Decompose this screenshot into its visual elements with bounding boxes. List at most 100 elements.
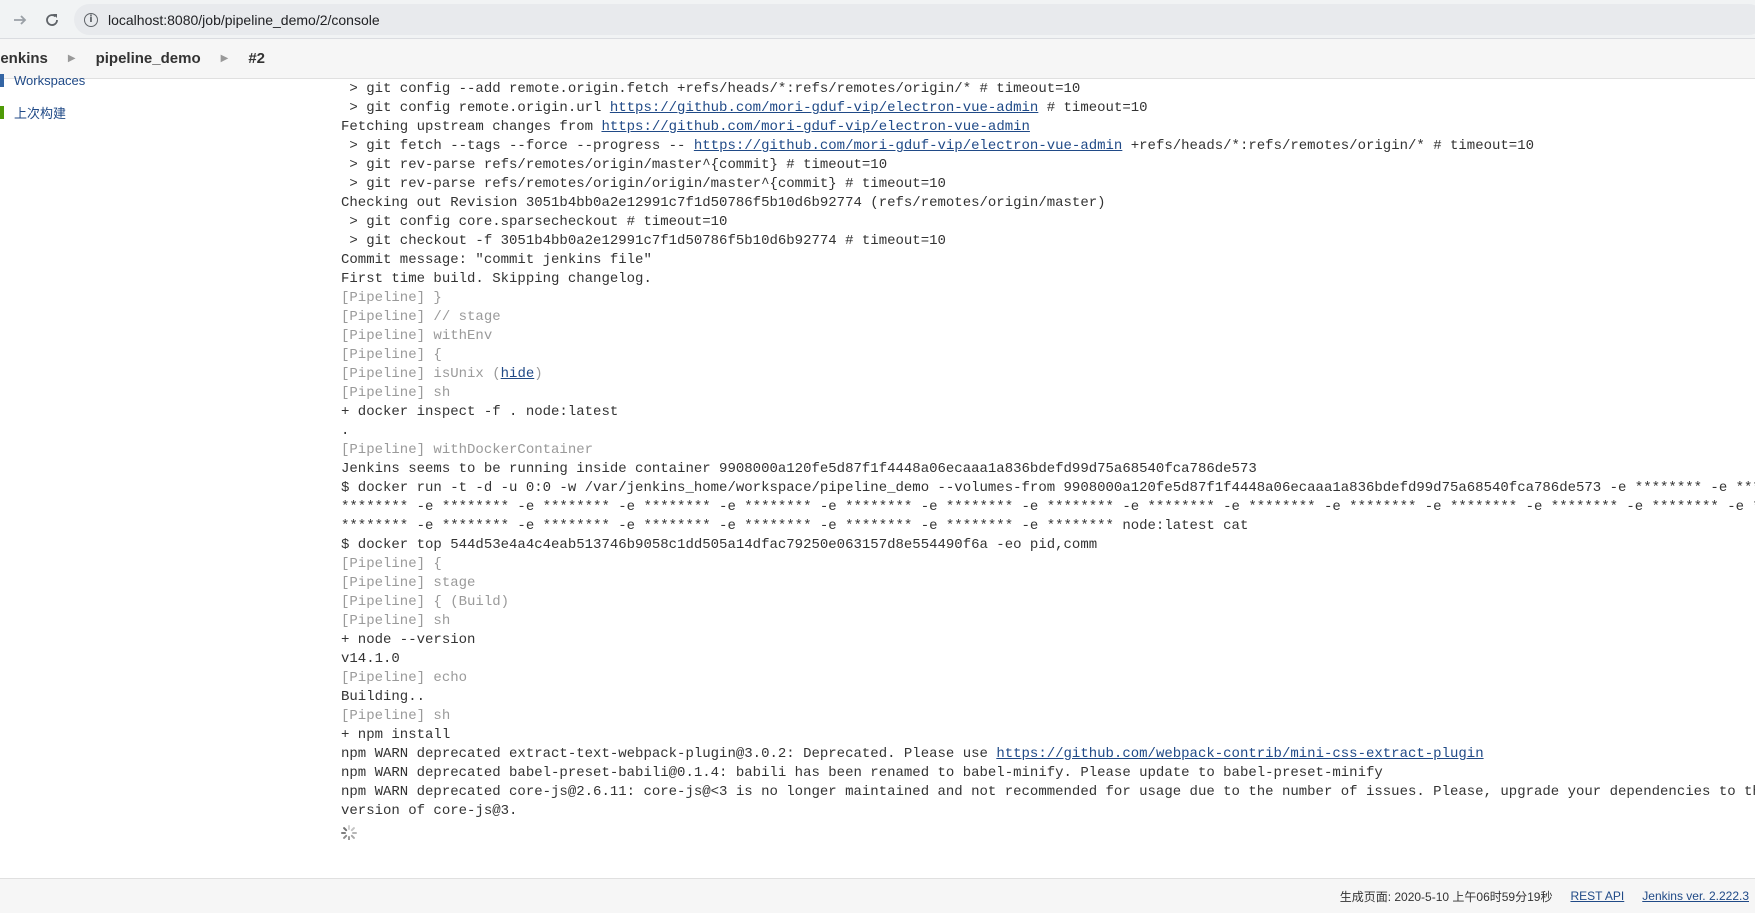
console-line: version of core-js@3. [341,802,1755,821]
console-line: [Pipeline] sh [341,384,1755,403]
console-link[interactable]: https://github.com/webpack-contrib/mini-… [996,746,1483,762]
console-line: [Pipeline] sh [341,707,1755,726]
console-line-text: +refs/heads/*:refs/remotes/origin/* # ti… [1122,138,1535,154]
arrow-right-icon [14,15,27,25]
console-line: ******** -e ******** -e ******** -e ****… [341,517,1755,536]
console-line-text: . [341,423,350,439]
url-text[interactable]: localhost:8080/job/pipeline_demo/2/conso… [108,12,380,28]
console-line: Checking out Revision 3051b4bb0a2e12991c… [341,194,1755,213]
console-line-text: [Pipeline] echo [341,670,468,686]
console-line-text: # timeout=10 [1038,100,1148,116]
console-line: [Pipeline] isUnix (hide) [341,365,1755,384]
console-line-text: ******** -e ******** -e ******** -e ****… [341,518,1249,534]
console-line-text: [Pipeline] { (Build) [341,594,510,610]
chevron-right-icon[interactable]: ▶ [68,53,76,64]
console-line: [Pipeline] sh [341,612,1755,631]
rest-api-link[interactable]: REST API [1570,889,1624,903]
console-line-text: > git checkout -f 3051b4bb0a2e12991c7f1d… [341,233,946,249]
spinner-tick [352,832,357,834]
console-line: $ docker top 544d53e4a4c4eab513746b9058c… [341,536,1755,555]
console-line-text: Commit message: "commit jenkins file" [341,252,652,268]
console-line: [Pipeline] echo [341,669,1755,688]
sidebar-item-workspaces[interactable]: Workspaces [0,71,85,89]
page-generated-timestamp: 生成页面: 2020-5-10 上午06时59分19秒 [1339,889,1553,904]
console-line: > git config remote.origin.url https://g… [341,99,1755,118]
console-line: + npm install [341,726,1755,745]
console-line-text: version of core-js@3. [341,803,518,819]
console-line-text: v14.1.0 [341,651,400,667]
spinner-tick [341,832,346,834]
console-link[interactable]: https://github.com/mori-gduf-vip/electro… [694,138,1122,154]
console-lines: > git config --add remote.origin.fetch +… [341,80,1755,821]
console-line-text: $ docker run -t -d -u 0:0 -w /var/jenkin… [341,480,1755,496]
console-line-text: [Pipeline] withDockerContainer [341,442,594,458]
breadcrumb-build-2[interactable]: #2 [248,50,265,67]
console-line-text: npm WARN deprecated extract-text-webpack… [341,746,997,762]
console-line: v14.1.0 [341,650,1755,669]
sidebar-item-label[interactable]: 上次构建 [14,103,66,122]
console-line-text: Checking out Revision 3051b4bb0a2e12991c… [341,195,1106,211]
build-status-icon [0,105,4,119]
console-line-text: npm WARN deprecated core-js@2.6.11: core… [341,784,1755,800]
console-line: Commit message: "commit jenkins file" [341,251,1755,270]
console-line: + docker inspect -f . node:latest [341,403,1755,422]
breadcrumb: Jenkins ▶ pipeline_demo ▶ #2 [0,39,1755,79]
console-line-text: ) [534,366,543,382]
console-line-text: [Pipeline] sh [341,613,451,629]
forward-button[interactable] [8,8,32,32]
console-line-text: $ docker top 544d53e4a4c4eab513746b9058c… [341,537,1098,553]
spinner-tick [342,834,348,840]
console-line: [Pipeline] { [341,555,1755,574]
console-line: > git rev-parse refs/remotes/origin/orig… [341,175,1755,194]
page-footer: 生成页面: 2020-5-10 上午06时59分19秒 REST API Jen… [0,878,1755,913]
console-line: > git rev-parse refs/remotes/origin/mast… [341,156,1755,175]
console-line: [Pipeline] withDockerContainer [341,441,1755,460]
console-link[interactable]: https://github.com/mori-gduf-vip/electro… [610,100,1038,116]
console-line-text: > git config --add remote.origin.fetch +… [341,81,1081,97]
console-line-text: ******** -e ******** -e ******** -e ****… [341,499,1755,515]
console-line: Fetching upstream changes from https://g… [341,118,1755,137]
console-line: ******** -e ******** -e ******** -e ****… [341,498,1755,517]
address-bar[interactable]: i localhost:8080/job/pipeline_demo/2/con… [74,4,1755,35]
console-line-text: [Pipeline] stage [341,575,476,591]
sidebar-item-last-build[interactable]: 上次构建 [0,103,66,121]
console-line: npm WARN deprecated core-js@2.6.11: core… [341,783,1755,802]
console-line: [Pipeline] } [341,289,1755,308]
console-line: . [341,422,1755,441]
console-line-text: [Pipeline] withEnv [341,328,493,344]
console-line: npm WARN deprecated babel-preset-babili@… [341,764,1755,783]
console-line-text: Building.. [341,689,426,705]
console-line-text: Fetching upstream changes from [341,119,602,135]
reload-button[interactable] [40,8,64,32]
console-line: Building.. [341,688,1755,707]
console-line-text: > git config remote.origin.url [341,100,610,116]
console-line-text: [Pipeline] { [341,556,442,572]
console-output: > git config --add remote.origin.fetch +… [341,80,1755,840]
sidebar-item-label[interactable]: Workspaces [14,73,85,88]
chevron-right-icon[interactable]: ▶ [221,53,229,64]
spinner-tick [350,826,356,832]
console-link[interactable]: https://github.com/mori-gduf-vip/electro… [601,119,1029,135]
reload-icon [46,14,58,26]
breadcrumb-jenkins[interactable]: Jenkins [0,50,48,67]
console-line: + node --version [341,631,1755,650]
console-line: [Pipeline] stage [341,574,1755,593]
console-link[interactable]: hide [501,366,535,382]
console-line-text: + npm install [341,727,451,743]
breadcrumb-pipeline-demo[interactable]: pipeline_demo [96,50,201,67]
console-line-text: [Pipeline] { [341,347,442,363]
info-icon[interactable]: i [84,12,98,27]
console-line: > git checkout -f 3051b4bb0a2e12991c7f1d… [341,232,1755,251]
browser-toolbar: i localhost:8080/job/pipeline_demo/2/con… [0,0,1755,39]
console-line-text: + docker inspect -f . node:latest [341,404,619,420]
console-line-text: npm WARN deprecated babel-preset-babili@… [341,765,1383,781]
console-line-text: + node --version [341,632,476,648]
console-line-text: [Pipeline] sh [341,708,451,724]
console-line-text: [Pipeline] sh [341,385,451,401]
console-line: [Pipeline] // stage [341,308,1755,327]
jenkins-version-link[interactable]: Jenkins ver. 2.222.3 [1642,889,1749,903]
console-line: First time build. Skipping changelog. [341,270,1755,289]
console-line-text: [Pipeline] isUnix ( [341,366,501,382]
console-line: > git fetch --tags --force --progress --… [341,137,1755,156]
console-line-text: > git fetch --tags --force --progress -- [341,138,694,154]
